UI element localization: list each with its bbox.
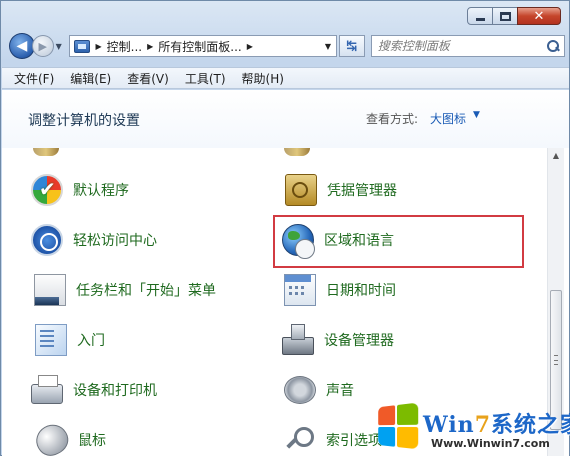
grip-icon [554, 355, 558, 365]
close-icon: ✕ [533, 8, 545, 24]
item-devices-printers[interactable]: 设备和打印机 [31, 370, 157, 410]
mouse-icon [30, 419, 74, 456]
windows-logo-part [378, 427, 396, 447]
minimize-button[interactable] [467, 7, 493, 25]
ease-of-access-icon [31, 224, 63, 256]
menu-view[interactable]: 查看(V) [127, 70, 169, 87]
close-button[interactable]: ✕ [517, 7, 561, 25]
breadcrumb-separator-icon[interactable]: ▶ [147, 42, 153, 51]
caret-up-icon: ▲ [552, 151, 560, 160]
default-programs-icon [31, 174, 63, 206]
watermark-title: Win7系统之家 [423, 407, 570, 439]
windows-logo-part [397, 427, 419, 450]
search-icon[interactable] [546, 39, 560, 53]
back-button[interactable]: ◀ [9, 33, 35, 59]
breadcrumb-separator-icon[interactable]: ▶ [247, 42, 253, 51]
item-label[interactable]: 设备管理器 [324, 330, 394, 350]
speaker-icon [284, 376, 316, 404]
recent-pages-dropdown[interactable]: ▼ [56, 42, 66, 51]
caret-down-icon[interactable]: ▼ [473, 110, 480, 120]
item-taskbar-start-menu[interactable]: 任务栏和「开始」菜单 [31, 270, 216, 310]
breadcrumb-all-items[interactable]: 所有控制面板... [158, 38, 241, 55]
breadcrumb-control-panel[interactable]: 控制... [107, 38, 142, 55]
menu-edit[interactable]: 编辑(E) [70, 70, 111, 87]
taskbar-icon [34, 274, 66, 306]
menu-bar: 文件(F) 编辑(E) 查看(V) 工具(T) 帮助(H) [2, 67, 569, 89]
caption-buttons: ✕ [467, 7, 561, 25]
getting-started-icon [35, 324, 67, 356]
menu-tools[interactable]: 工具(T) [185, 70, 226, 87]
highlight-box [273, 215, 524, 268]
windows-logo-part [378, 405, 396, 426]
navigation-bar: ◀ ▶ ▼ ▶ 控制... ▶ 所有控制面板... ▶ ▼ ↹ [9, 31, 565, 61]
item-credential-manager[interactable]: 凭据管理器 [282, 170, 397, 210]
arrow-right-icon: ▶ [38, 39, 47, 53]
arrow-left-icon: ◀ [16, 38, 28, 54]
item-label[interactable]: 任务栏和「开始」菜单 [76, 280, 216, 300]
item-label[interactable]: 凭据管理器 [327, 180, 397, 200]
partial-item-icon [284, 148, 316, 158]
calendar-icon [284, 274, 316, 306]
view-by-label: 查看方式: [366, 112, 419, 126]
item-indexing-options[interactable]: 索引选项 [282, 420, 382, 456]
watermark-title-rest: 系统之家 [491, 412, 570, 438]
list-item-partial [30, 148, 65, 158]
watermark-title-digit: 7 [474, 412, 491, 438]
watermark-url: Www.Winwin7.com [431, 437, 550, 450]
item-device-manager[interactable]: 设备管理器 [282, 320, 394, 360]
watermark-title-main: Win [423, 412, 475, 438]
search-input[interactable] [377, 39, 546, 53]
item-getting-started[interactable]: 入门 [31, 320, 105, 360]
menu-file[interactable]: 文件(F) [14, 70, 54, 87]
forward-button[interactable]: ▶ [31, 35, 54, 57]
maximize-icon [499, 11, 511, 21]
item-sound[interactable]: 声音 [282, 370, 354, 410]
menu-help[interactable]: 帮助(H) [242, 70, 284, 87]
list-item-partial [281, 148, 316, 158]
item-label[interactable]: 轻松访问中心 [73, 230, 157, 250]
partial-item-icon [33, 148, 65, 158]
breadcrumb-separator-icon[interactable]: ▶ [95, 42, 101, 51]
item-mouse[interactable]: 鼠标 [30, 419, 106, 456]
chevron-down-icon: ▼ [324, 41, 332, 51]
search-box[interactable] [370, 35, 565, 57]
maximize-button[interactable] [492, 7, 518, 25]
item-label[interactable]: 入门 [77, 330, 105, 350]
item-label[interactable]: 默认程序 [73, 180, 129, 200]
refresh-icon: ↹ [346, 38, 358, 54]
item-label[interactable]: 声音 [326, 380, 354, 400]
page-title: 调整计算机的设置 [28, 113, 140, 129]
chevron-down-icon: ▼ [55, 41, 62, 51]
item-label[interactable]: 鼠标 [78, 430, 106, 450]
item-default-programs[interactable]: 默认程序 [31, 170, 129, 210]
content-header: 调整计算机的设置 查看方式: 大图标 ▼ [2, 90, 569, 148]
control-panel-icon [74, 39, 91, 53]
address-bar[interactable]: ▶ 控制... ▶ 所有控制面板... ▶ ▼ [69, 35, 337, 57]
item-ease-of-access[interactable]: 轻松访问中心 [31, 220, 157, 260]
scroll-up-button[interactable]: ▲ [548, 148, 564, 164]
windows-logo-icon [378, 402, 420, 452]
windows-logo-part [397, 402, 419, 425]
refresh-button[interactable]: ↹ [338, 35, 365, 57]
item-label[interactable]: 日期和时间 [326, 280, 396, 300]
device-manager-icon [282, 324, 314, 355]
magnifier-icon [284, 427, 316, 453]
view-by-dropdown[interactable]: 大图标 [430, 110, 466, 127]
item-date-time[interactable]: 日期和时间 [282, 270, 396, 310]
printer-icon [31, 375, 63, 404]
minimize-icon [475, 18, 485, 21]
credential-vault-icon [285, 174, 317, 206]
control-panel-window: ✕ ◀ ▶ ▼ ▶ 控制... ▶ 所有控制面板... ▶ ▼ ↹ 文件(F) … [0, 0, 570, 456]
watermark: Win7系统之家 Www.Winwin7.com [373, 401, 570, 456]
address-history-dropdown[interactable]: ▼ [320, 42, 336, 51]
item-label[interactable]: 设备和打印机 [73, 380, 157, 400]
